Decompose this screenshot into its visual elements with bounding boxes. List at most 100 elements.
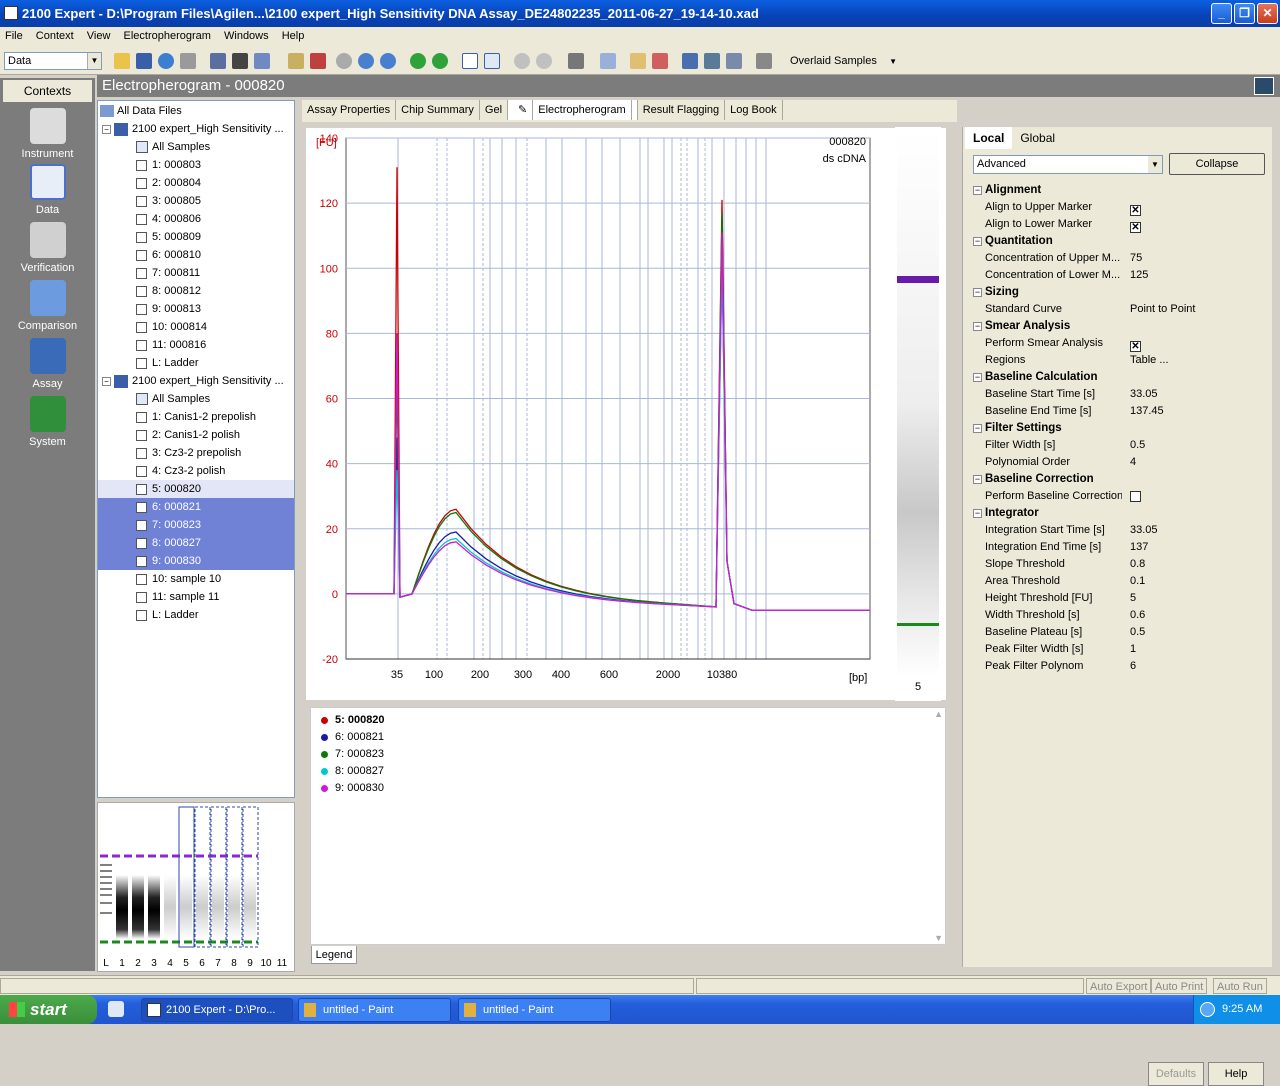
quick-launch-icon[interactable] <box>108 1001 124 1017</box>
context-assay[interactable]: Assay <box>0 338 95 390</box>
scroll-down-icon[interactable]: ▼ <box>934 933 943 943</box>
tree-item[interactable]: 9: 000830 <box>98 552 294 570</box>
tree-item[interactable]: 9: 000813 <box>136 300 201 318</box>
property-section[interactable]: − Alignment <box>973 182 1265 199</box>
property-section[interactable]: − Sizing <box>973 284 1265 301</box>
property-value[interactable]: 0.1 <box>1130 573 1145 590</box>
tree-item[interactable]: All Samples <box>136 138 210 156</box>
tab-gel[interactable]: Gel <box>480 100 509 120</box>
checkbox[interactable] <box>136 573 147 585</box>
checkbox[interactable] <box>136 321 147 333</box>
checkbox[interactable] <box>136 177 147 189</box>
property-row[interactable]: Integration End Time [s] 137 <box>973 539 1265 556</box>
checkbox[interactable] <box>136 303 147 315</box>
property-section[interactable]: − Baseline Calculation <box>973 369 1265 386</box>
context-data[interactable]: Data <box>0 164 95 216</box>
print-icon[interactable] <box>180 53 196 69</box>
property-row[interactable]: Baseline Plateau [s] 0.5 <box>973 624 1265 641</box>
checkbox[interactable] <box>136 591 147 603</box>
gel-view-icon[interactable] <box>288 53 304 69</box>
property-row[interactable]: Standard Curve Point to Point <box>973 301 1265 318</box>
property-row[interactable]: Filter Width [s] 0.5 <box>973 437 1265 454</box>
tree-item[interactable]: All Samples <box>136 390 210 408</box>
chevron-down-icon[interactable]: ▼ <box>1148 156 1162 173</box>
property-row[interactable]: Peak Filter Width [s] 1 <box>973 641 1265 658</box>
back-arrow-icon[interactable] <box>410 53 426 69</box>
legend-tab[interactable]: Legend <box>311 946 357 964</box>
property-value[interactable]: 0.8 <box>1130 556 1145 573</box>
property-value[interactable]: Table ... <box>1130 352 1169 369</box>
tree-item[interactable]: 4: 000806 <box>136 210 201 228</box>
single-view-icon[interactable] <box>462 53 478 69</box>
property-row[interactable]: Baseline Start Time [s] 33.05 <box>973 386 1265 403</box>
legend-item[interactable]: 8: 000827 <box>311 763 945 780</box>
tree-item[interactable]: 10: 000814 <box>136 318 207 336</box>
tree-item[interactable]: 1: Canis1-2 prepolish <box>136 408 256 426</box>
window-cascade-icon[interactable] <box>726 53 742 69</box>
peak-table-icon[interactable] <box>652 53 668 69</box>
property-checkbox[interactable] <box>1130 491 1141 502</box>
collapse-icon[interactable]: − <box>973 475 982 484</box>
property-value[interactable]: 125 <box>1130 267 1148 284</box>
collapse-icon[interactable]: − <box>973 509 982 518</box>
tree-file-2[interactable]: −2100 expert_High Sensitivity ... <box>102 372 284 390</box>
save-icon[interactable] <box>136 53 152 69</box>
tree-view-icon[interactable] <box>210 53 226 69</box>
checkbox[interactable] <box>136 519 147 531</box>
tree-item[interactable]: 8: 000827 <box>98 534 294 552</box>
tree-item[interactable]: 7: 000811 <box>136 264 200 282</box>
tree-item[interactable]: 5: 000820 <box>98 480 294 498</box>
pause-icon[interactable] <box>358 53 374 69</box>
tab-result-flagging[interactable]: Result Flagging <box>638 100 726 120</box>
checkbox[interactable] <box>136 285 147 297</box>
stop-icon[interactable] <box>380 53 396 69</box>
property-section[interactable]: − Integrator <box>973 505 1265 522</box>
context-system[interactable]: System <box>0 396 95 448</box>
checkbox[interactable] <box>136 465 147 477</box>
menu-electropherogram[interactable]: Electropherogram <box>119 27 216 42</box>
property-row[interactable]: Concentration of Upper M... 75 <box>973 250 1265 267</box>
property-row[interactable]: Perform Baseline Correction <box>973 488 1265 505</box>
tree-item[interactable]: 10: sample 10 <box>136 570 221 588</box>
tree-file-1[interactable]: −2100 expert_High Sensitivity ... <box>102 120 284 138</box>
gridlines-icon[interactable] <box>682 53 698 69</box>
start-button[interactable]: start <box>0 995 97 1024</box>
checkbox[interactable] <box>136 195 147 207</box>
property-value[interactable]: 6 <box>1130 658 1136 675</box>
tab-local[interactable]: Local <box>965 127 1013 149</box>
property-section[interactable]: − Smear Analysis <box>973 318 1265 335</box>
markers-icon[interactable] <box>600 53 616 69</box>
chart-edit-icon[interactable] <box>630 53 646 69</box>
task-paint-1[interactable]: untitled - Paint <box>298 998 451 1022</box>
property-value[interactable]: 33.05 <box>1130 386 1158 403</box>
property-value[interactable]: 0.6 <box>1130 607 1145 624</box>
tree-item[interactable]: 11: 000816 <box>136 336 206 354</box>
tab-electropherogram[interactable]: ✎ Electropherogram <box>508 100 638 120</box>
property-value[interactable]: 1 <box>1130 641 1136 658</box>
property-section[interactable]: − Filter Settings <box>973 420 1265 437</box>
property-checkbox[interactable]: ✕ <box>1130 205 1141 216</box>
tree-item[interactable]: 2: Canis1-2 polish <box>136 426 240 444</box>
scroll-up-icon[interactable]: ▲ <box>934 709 943 719</box>
context-select[interactable]: Data ▼ <box>4 52 102 70</box>
property-row[interactable]: Height Threshold [FU] 5 <box>973 590 1265 607</box>
mode-select[interactable]: Advanced ▼ <box>973 155 1163 174</box>
window-tile-icon[interactable] <box>704 53 720 69</box>
forward-arrow-icon[interactable] <box>432 53 448 69</box>
legend-item[interactable]: 9: 000830 <box>311 780 945 797</box>
play-icon[interactable] <box>336 53 352 69</box>
tree-item[interactable]: 7: 000823 <box>98 516 294 534</box>
overlaid-samples-dropdown[interactable]: Overlaid Samples ▼ <box>790 53 897 69</box>
refresh-icon[interactable] <box>158 53 174 69</box>
property-row[interactable]: Slope Threshold 0.8 <box>973 556 1265 573</box>
property-row[interactable]: Regions Table ... <box>973 352 1265 369</box>
tab-chip-summary[interactable]: Chip Summary <box>396 100 480 120</box>
panel-icon[interactable] <box>254 53 270 69</box>
checkbox[interactable] <box>136 609 147 621</box>
collapse-icon[interactable]: − <box>973 424 982 433</box>
property-value[interactable]: 137.45 <box>1130 403 1164 420</box>
property-row[interactable]: Width Threshold [s] 0.6 <box>973 607 1265 624</box>
tree-item[interactable]: 3: 000805 <box>136 192 201 210</box>
property-row[interactable]: Polynomial Order 4 <box>973 454 1265 471</box>
property-row[interactable]: Align to Upper Marker ✕ <box>973 199 1265 216</box>
